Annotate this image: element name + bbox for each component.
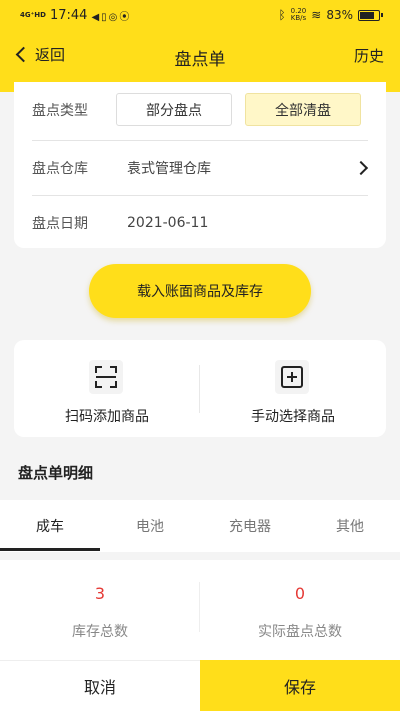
- warehouse-label: 盘点仓库: [32, 161, 88, 177]
- battery-percent: 83%: [326, 8, 353, 22]
- add-goods-card: 扫码添加商品 手动选择商品: [14, 340, 386, 437]
- actual-total-label: 实际盘点总数: [258, 624, 342, 640]
- warehouse-row[interactable]: 盘点仓库 袁式管理仓库: [32, 140, 369, 195]
- notification-icons: ◀▯◎⦿: [91, 12, 132, 23]
- active-tab-indicator: [0, 548, 100, 551]
- tab-vehicle[interactable]: 成车: [0, 500, 100, 552]
- stock-total-value: 3: [94, 584, 106, 603]
- detail-section-title: 盘点单明细: [18, 464, 94, 482]
- battery-icon: [358, 9, 383, 21]
- bluetooth-icon: ᛒ: [278, 8, 286, 22]
- date-row[interactable]: 盘点日期 2021-06-11: [32, 195, 368, 250]
- count-summary: 3 库存总数 0 实际盘点总数: [0, 560, 400, 660]
- status-bar: 4G⁺HD 17:44 ◀▯◎⦿ ᛒ 0.20 KB/s ≋ 83%: [0, 0, 400, 32]
- warehouse-value: 袁式管理仓库: [127, 161, 211, 177]
- chevron-right-icon: [353, 160, 369, 176]
- tab-charger[interactable]: 充电器: [200, 500, 300, 552]
- date-value: 2021-06-11: [127, 215, 209, 231]
- status-time: 17:44: [49, 8, 88, 23]
- tab-other[interactable]: 其他: [300, 500, 400, 552]
- scan-add-button[interactable]: 扫码添加商品: [14, 340, 200, 437]
- manual-select-button[interactable]: 手动选择商品: [200, 340, 386, 437]
- manual-select-label: 手动选择商品: [251, 409, 335, 425]
- add-square-icon: [275, 360, 309, 394]
- network-indicator: 4G⁺HD: [20, 11, 46, 19]
- inventory-type-label: 盘点类型: [32, 102, 88, 119]
- stock-total-label: 库存总数: [72, 624, 128, 640]
- inventory-form-card: 盘点类型 部分盘点 全部清盘 盘点仓库 袁式管理仓库 盘点日期 2021-06-…: [14, 82, 386, 248]
- tab-battery[interactable]: 电池: [100, 500, 200, 552]
- cancel-button[interactable]: 取消: [0, 660, 200, 711]
- bottom-action-bar: 取消 保存: [0, 660, 400, 711]
- inventory-type-row: 盘点类型 部分盘点 全部清盘: [32, 82, 368, 137]
- actual-total-value: 0: [294, 584, 306, 603]
- scan-icon: [89, 360, 123, 394]
- save-button[interactable]: 保存: [200, 660, 400, 711]
- history-button[interactable]: 历史: [354, 45, 384, 66]
- navigation-bar: 返回 盘点单 历史: [0, 32, 400, 82]
- stock-total: 3 库存总数: [0, 560, 200, 660]
- wifi-icon: ≋: [311, 8, 322, 22]
- partial-count-button[interactable]: 部分盘点: [116, 93, 232, 126]
- network-speed: 0.20 KB/s: [290, 7, 307, 22]
- page-title: 盘点单: [174, 50, 226, 70]
- full-count-button[interactable]: 全部清盘: [245, 93, 361, 126]
- scan-add-label: 扫码添加商品: [65, 409, 149, 425]
- date-label: 盘点日期: [32, 216, 88, 232]
- actual-total: 0 实际盘点总数: [200, 560, 400, 660]
- category-tabs: 成车 电池 充电器 其他: [0, 500, 400, 552]
- load-book-stock-button[interactable]: 载入账面商品及库存: [89, 264, 311, 318]
